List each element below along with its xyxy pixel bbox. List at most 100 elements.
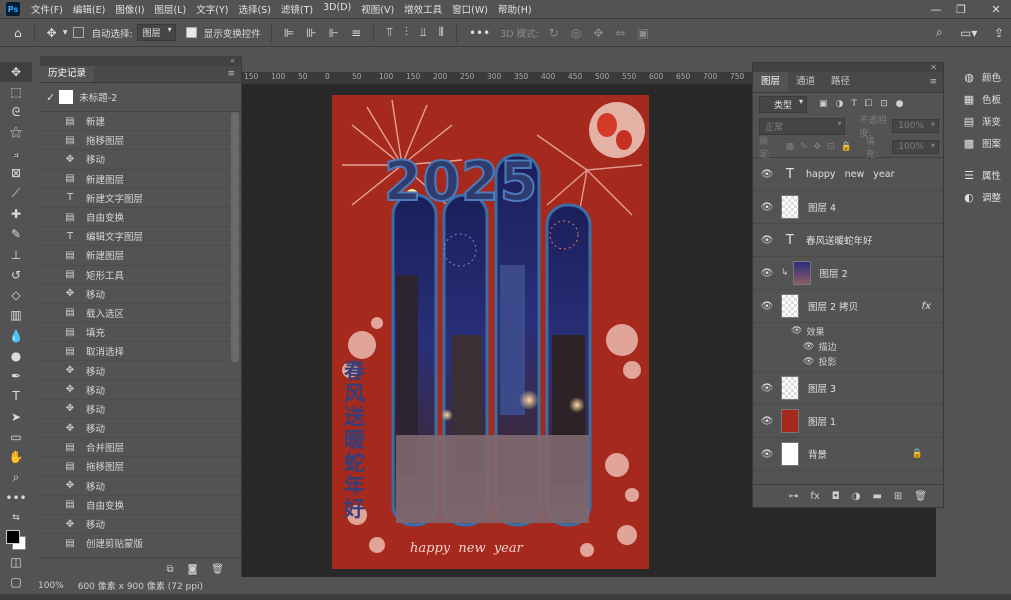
- pen-tool-icon[interactable]: ✒: [0, 366, 32, 386]
- dock-item[interactable]: ☰ 属性: [952, 164, 1011, 186]
- search-icon[interactable]: ⌕: [936, 25, 943, 40]
- add-mask-icon[interactable]: ◘: [832, 491, 840, 502]
- more-options-icon[interactable]: •••: [469, 26, 490, 40]
- layer-row[interactable]: 👁 图层 3: [753, 372, 943, 405]
- dock-item[interactable]: ▩ 图案: [952, 132, 1011, 154]
- history-brush-tool-icon[interactable]: ↺: [0, 265, 32, 285]
- menu-item-7[interactable]: 3D(D): [318, 2, 356, 16]
- history-item[interactable]: ✥ 移动: [40, 361, 241, 381]
- history-item[interactable]: T 编辑文字图层: [40, 227, 241, 247]
- visibility-eye-icon[interactable]: 👁: [803, 342, 814, 352]
- history-item[interactable]: ✥ 移动: [40, 150, 241, 170]
- layer-row[interactable]: 👁 图层 2 拷贝 fx: [753, 290, 943, 323]
- orbit-3d-icon[interactable]: ↻: [549, 26, 559, 40]
- dock-item[interactable]: ▦ 色板: [952, 88, 1011, 110]
- visibility-eye-icon[interactable]: 👁: [791, 326, 802, 336]
- effects-row[interactable]: 👁 效果: [791, 323, 943, 339]
- panel-menu-icon[interactable]: ≡: [227, 69, 235, 79]
- screen-mode-icon[interactable]: ▢: [0, 572, 32, 592]
- history-item[interactable]: ▤ 载入选区: [40, 304, 241, 324]
- visibility-eye-icon[interactable]: 👁: [753, 235, 781, 246]
- layer-filter-dropdown[interactable]: 类型: [759, 95, 808, 113]
- slide-3d-icon[interactable]: ⇔: [615, 26, 625, 40]
- menu-item-6[interactable]: 滤镜(T): [276, 2, 318, 16]
- effect-item[interactable]: 👁 投影: [791, 354, 943, 369]
- opacity-input[interactable]: 100%: [892, 119, 939, 133]
- path-selection-tool-icon[interactable]: ➤: [0, 407, 32, 427]
- link-layers-icon[interactable]: ⊶: [788, 491, 798, 502]
- history-item[interactable]: ✥ 移动: [40, 419, 241, 439]
- close-icon[interactable]: ✕: [985, 0, 1007, 18]
- visibility-eye-icon[interactable]: 👁: [753, 202, 781, 213]
- layer-row[interactable]: 👁 ↳ 图层 2: [753, 257, 943, 290]
- history-item[interactable]: ✥ 移动: [40, 381, 241, 400]
- history-item[interactable]: ▤ 矩形工具: [40, 266, 241, 285]
- menu-item-9[interactable]: 增效工具: [399, 2, 447, 16]
- menu-item-4[interactable]: 文字(Y): [191, 2, 233, 16]
- blur-tool-icon[interactable]: 💧: [0, 325, 32, 345]
- new-group-folder-icon[interactable]: ▬: [872, 491, 881, 502]
- zoom-tool-icon[interactable]: ⌕: [0, 467, 32, 487]
- auto-select-dropdown[interactable]: 图层: [136, 24, 176, 41]
- tab-channels[interactable]: 通道: [788, 72, 823, 92]
- menu-item-10[interactable]: 窗口(W): [447, 2, 493, 16]
- layer-row[interactable]: 👁 背景 🔒: [753, 438, 943, 471]
- magic-wand-tool-icon[interactable]: ⚝: [0, 123, 32, 143]
- hand-tool-icon[interactable]: ✋: [0, 447, 32, 467]
- frame-tool-icon[interactable]: ⊠: [0, 163, 32, 183]
- move-tool-icon[interactable]: ✥: [47, 26, 57, 40]
- filter-pixel-icon[interactable]: ▣: [819, 99, 828, 109]
- poster-canvas[interactable]: 2025 春风送暖蛇年好 happy new year: [332, 95, 649, 569]
- roll-3d-icon[interactable]: ◎: [571, 26, 581, 40]
- maximize-icon[interactable]: ❐: [950, 0, 972, 18]
- history-item[interactable]: ▤ 取消选择: [40, 342, 241, 362]
- crop-tool-icon[interactable]: ⟓: [0, 143, 32, 163]
- history-item[interactable]: T 新建文字图层: [40, 189, 241, 208]
- menu-item-0[interactable]: 文件(F): [26, 2, 68, 16]
- align-right-icon[interactable]: ⊩: [329, 26, 339, 40]
- trash-icon[interactable]: 🗑: [211, 564, 224, 575]
- history-item[interactable]: ✥ 移动: [40, 400, 241, 419]
- swap-colors-icon[interactable]: ⇆: [0, 508, 32, 528]
- history-item[interactable]: ✥ 移动: [40, 285, 241, 304]
- lock-artboard-icon[interactable]: ⊡: [827, 142, 835, 152]
- menu-item-11[interactable]: 帮助(H): [493, 2, 537, 16]
- stamp-tool-icon[interactable]: ⊥: [0, 244, 32, 264]
- visibility-eye-icon[interactable]: 👁: [753, 301, 781, 312]
- history-item[interactable]: ▤ 新建图层: [40, 170, 241, 189]
- tab-history[interactable]: 历史记录: [40, 66, 95, 82]
- history-item[interactable]: ▤ 自由变换: [40, 208, 241, 228]
- visibility-eye-icon[interactable]: 👁: [753, 383, 781, 394]
- layer-row[interactable]: 👁 图层 1: [753, 405, 943, 438]
- snapshot-camera-icon[interactable]: ◙: [188, 564, 198, 575]
- new-adjustment-icon[interactable]: ◑: [852, 491, 861, 502]
- new-document-from-state-icon[interactable]: ⧉: [166, 564, 173, 575]
- distribute-vertical-icon[interactable]: ⦀: [439, 25, 444, 40]
- filter-shape-icon[interactable]: ⧠: [865, 99, 872, 109]
- filter-smart-object-icon[interactable]: ⊡: [880, 99, 888, 109]
- type-tool-icon[interactable]: T: [0, 386, 32, 406]
- fill-input[interactable]: 100%: [892, 140, 939, 154]
- dock-item[interactable]: ◍ 颜色: [952, 66, 1011, 88]
- panel-collapse-icon[interactable]: «: [40, 56, 241, 66]
- visibility-eye-icon[interactable]: 👁: [753, 416, 781, 427]
- align-middle-icon[interactable]: ⫶: [405, 25, 408, 40]
- chevron-down-icon[interactable]: ▾: [63, 27, 68, 38]
- dock-item[interactable]: ◐ 调整: [952, 186, 1011, 208]
- menu-item-8[interactable]: 视图(V): [356, 2, 399, 16]
- menu-item-3[interactable]: 图层(L): [150, 2, 192, 16]
- panel-menu-icon[interactable]: ≡: [929, 77, 937, 87]
- foreground-color-swatch[interactable]: [6, 530, 20, 545]
- new-layer-icon[interactable]: ⊞: [894, 491, 902, 502]
- delete-layer-icon[interactable]: 🗑: [914, 491, 927, 502]
- share-icon[interactable]: ⇪: [994, 26, 1004, 40]
- filter-toggle-icon[interactable]: ●: [896, 99, 904, 109]
- layer-style-fx-icon[interactable]: fx: [810, 491, 819, 502]
- history-item[interactable]: ▤ 填充: [40, 323, 241, 343]
- menu-item-2[interactable]: 图像(I): [110, 2, 149, 16]
- layer-effects-fx-icon[interactable]: fx: [922, 301, 931, 312]
- history-item[interactable]: ✥ 移动: [40, 477, 241, 496]
- align-bottom-icon[interactable]: ⫫: [420, 25, 427, 40]
- gradient-tool-icon[interactable]: ▥: [0, 305, 32, 325]
- history-item[interactable]: ▤ 新建图层: [40, 246, 241, 266]
